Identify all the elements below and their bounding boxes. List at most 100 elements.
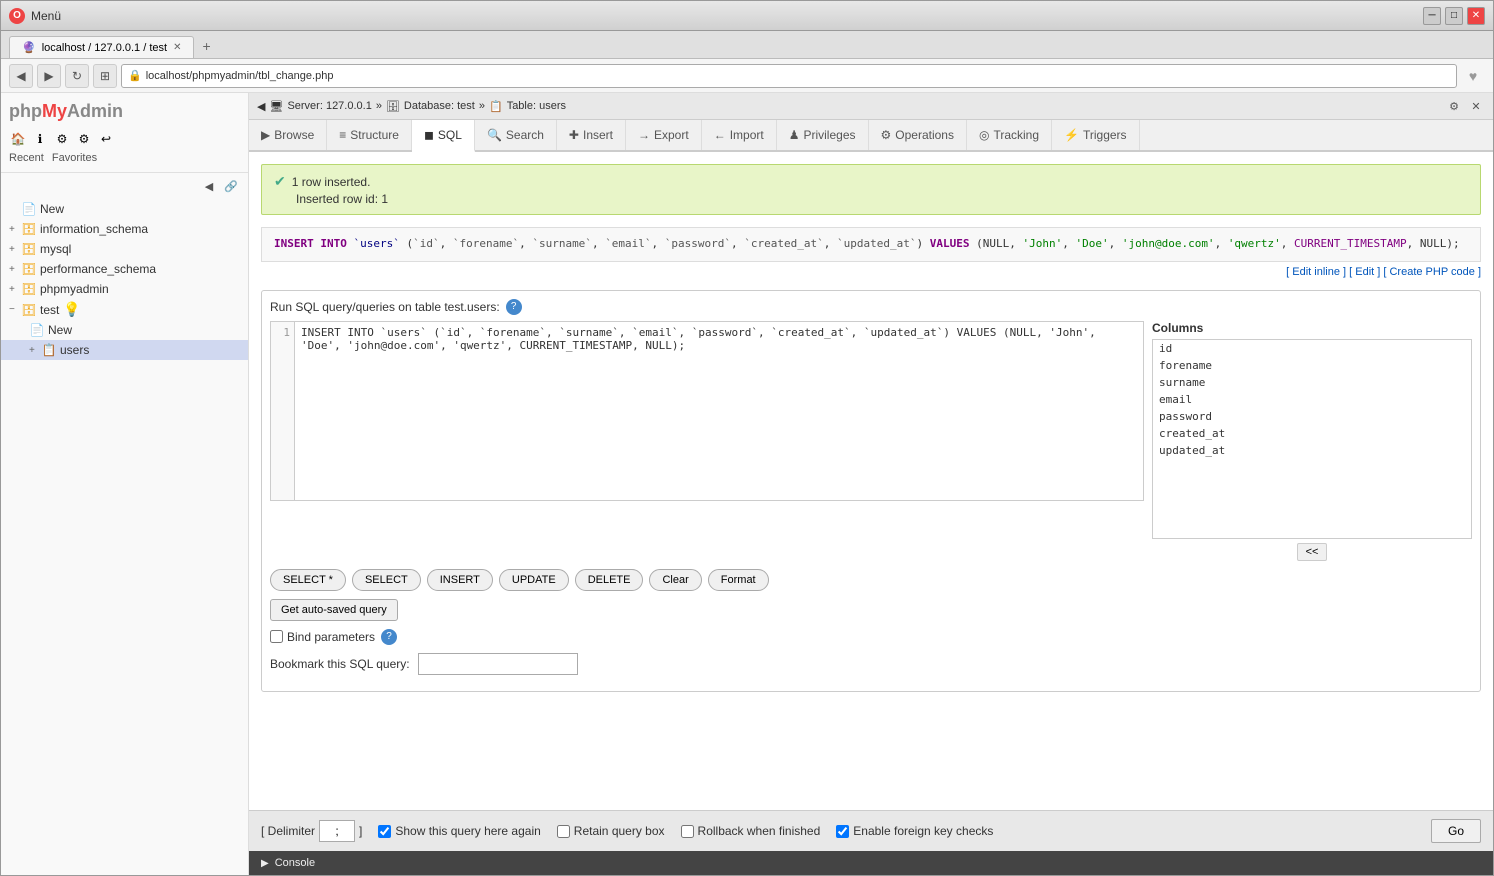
sidebar-item-information_schema[interactable]: + 🗄 information_schema <box>1 219 248 239</box>
tab-triggers[interactable]: ⚡ Triggers <box>1052 120 1140 150</box>
columns-collapse-button[interactable]: << <box>1297 543 1328 561</box>
foreign-key-checkbox[interactable] <box>836 825 849 838</box>
sql-col-email: `email` <box>605 237 651 250</box>
tab-privileges[interactable]: ♟ Privileges <box>777 120 869 150</box>
console-bar[interactable]: ▶ Console <box>249 851 1493 875</box>
minimize-button[interactable]: ─ <box>1423 7 1441 25</box>
sidebar-item-test[interactable]: − 🗄 test 💡 <box>1 299 248 320</box>
console-label: Console <box>275 857 315 869</box>
back-button[interactable]: ◀ <box>9 64 33 88</box>
db-label-info: information_schema <box>40 222 148 236</box>
column-email[interactable]: email <box>1153 391 1471 408</box>
sidebar-item-mysql[interactable]: + 🗄 mysql <box>1 239 248 259</box>
rollback-checkbox[interactable] <box>681 825 694 838</box>
tab-tracking[interactable]: ◎ Tracking <box>967 120 1052 150</box>
new-tab-button[interactable]: + <box>194 34 218 58</box>
rollback-checkbox-label[interactable]: Rollback when finished <box>681 824 821 838</box>
select-button[interactable]: SELECT <box>352 569 421 591</box>
link-icon[interactable]: 🔗 <box>222 177 240 195</box>
db-icon-info: 🗄 <box>21 221 37 237</box>
delimiter-input[interactable] <box>319 820 355 842</box>
foreign-key-checkbox-label[interactable]: Enable foreign key checks <box>836 824 993 838</box>
val-ts: CURRENT_TIMESTAMP <box>1294 237 1407 250</box>
bind-params-label[interactable]: Bind parameters <box>270 630 375 644</box>
bind-help-icon[interactable]: ? <box>381 629 397 645</box>
bind-params-checkbox[interactable] <box>270 630 283 643</box>
column-updated_at[interactable]: updated_at <box>1153 442 1471 459</box>
close-button[interactable]: ✕ <box>1467 7 1485 25</box>
editor-with-lines: 1 INSERT INTO `users` (`id`, `forename`,… <box>270 321 1144 501</box>
tab-operations[interactable]: ⚙ Operations <box>869 120 967 150</box>
tab-sql[interactable]: ◼ SQL <box>412 120 475 152</box>
address-bar[interactable]: 🔒 localhost/phpmyadmin/tbl_change.php <box>121 64 1457 88</box>
tab-privileges-label: Privileges <box>803 128 855 142</box>
bookmark-heart-icon[interactable]: ♥ <box>1461 64 1485 88</box>
new-icon: 📄 <box>21 201 37 217</box>
create-php-link[interactable]: [ Create PHP code ] <box>1383 266 1481 278</box>
delete-button[interactable]: DELETE <box>575 569 644 591</box>
success-check-icon: ✔ <box>274 173 286 190</box>
delimiter-open-label: [ Delimiter <box>261 824 315 838</box>
edit-link[interactable]: [ Edit ] <box>1349 266 1380 278</box>
column-surname[interactable]: surname <box>1153 374 1471 391</box>
tab-structure[interactable]: ≡ Structure <box>327 120 412 150</box>
db-icon-test: 🗄 <box>21 302 37 318</box>
settings-tool-icon[interactable]: ⚙ <box>1445 97 1463 115</box>
select-star-button[interactable]: SELECT * <box>270 569 346 591</box>
sidebar-item-performance_schema[interactable]: + 🗄 performance_schema <box>1 259 248 279</box>
db-label-test: test <box>40 303 59 317</box>
editor-area: 1 INSERT INTO `users` (`id`, `forename`,… <box>270 321 1472 561</box>
tab-search[interactable]: 🔍 Search <box>475 120 557 150</box>
column-forename[interactable]: forename <box>1153 357 1471 374</box>
favorites-link[interactable]: Favorites <box>52 152 97 164</box>
home-icon[interactable]: 🏠 <box>9 130 27 148</box>
forward-button[interactable]: ▶ <box>37 64 61 88</box>
tab-insert[interactable]: ✚ Insert <box>557 120 626 150</box>
retain-box-checkbox[interactable] <box>557 825 570 838</box>
column-created_at[interactable]: created_at <box>1153 425 1471 442</box>
tab-close-button[interactable]: ✕ <box>173 42 181 53</box>
recent-link[interactable]: Recent <box>9 152 44 164</box>
info-icon[interactable]: ℹ <box>31 130 49 148</box>
clear-button[interactable]: Clear <box>649 569 701 591</box>
tab-import[interactable]: ← Import <box>702 120 777 150</box>
help-icon[interactable]: ? <box>506 299 522 315</box>
sidebar-item-users[interactable]: + 📋 users <box>1 340 248 360</box>
triggers-icon: ⚡ <box>1064 128 1079 142</box>
auto-save-button[interactable]: Get auto-saved query <box>270 599 398 621</box>
insert-button[interactable]: INSERT <box>427 569 493 591</box>
sidebar-item-phpmyadmin[interactable]: + 🗄 phpmyadmin <box>1 279 248 299</box>
retain-box-checkbox-label[interactable]: Retain query box <box>557 824 665 838</box>
retain-box-text: Retain query box <box>574 824 665 838</box>
edit-inline-link[interactable]: [ Edit inline ] <box>1286 266 1346 278</box>
tab-operations-label: Operations <box>895 128 954 142</box>
column-id[interactable]: id <box>1153 340 1471 357</box>
sql-textarea[interactable]: INSERT INTO `users` (`id`, `forename`, `… <box>294 321 1144 501</box>
browser-tab[interactable]: 🔮 localhost / 127.0.0.1 / test ✕ <box>9 36 194 58</box>
sidebar-item-test-new[interactable]: 📄 New <box>1 320 248 340</box>
close-tool-icon[interactable]: ✕ <box>1467 97 1485 115</box>
exit-icon[interactable]: ↩ <box>97 130 115 148</box>
maximize-button[interactable]: □ <box>1445 7 1463 25</box>
show-again-checkbox-label[interactable]: Show this query here again <box>378 824 540 838</box>
tab-sql-label: SQL <box>438 128 462 142</box>
tab-browse[interactable]: ▶ Browse <box>249 120 327 150</box>
show-again-checkbox[interactable] <box>378 825 391 838</box>
settings-icon[interactable]: ⚙ <box>53 130 71 148</box>
column-password[interactable]: password <box>1153 408 1471 425</box>
format-button[interactable]: Format <box>708 569 769 591</box>
back-nav-icon[interactable]: ◀ <box>257 100 265 113</box>
plugin-icon[interactable]: ⚙ <box>75 130 93 148</box>
reload-button[interactable]: ↻ <box>65 64 89 88</box>
bookmark-input[interactable] <box>418 653 578 675</box>
grid-button[interactable]: ⊞ <box>93 64 117 88</box>
columns-panel: Columns id forename surname email passwo… <box>1152 321 1472 561</box>
sql-values-kw: VALUES <box>930 237 976 250</box>
browser-tab-label: localhost / 127.0.0.1 / test <box>42 42 167 54</box>
delimiter-close-label: ] <box>359 824 362 838</box>
go-button[interactable]: Go <box>1431 819 1481 843</box>
update-button[interactable]: UPDATE <box>499 569 569 591</box>
tab-export[interactable]: → Export <box>626 120 702 150</box>
sidebar-new-top[interactable]: 📄 New <box>1 199 248 219</box>
collapse-icon[interactable]: ◀ <box>200 177 218 195</box>
